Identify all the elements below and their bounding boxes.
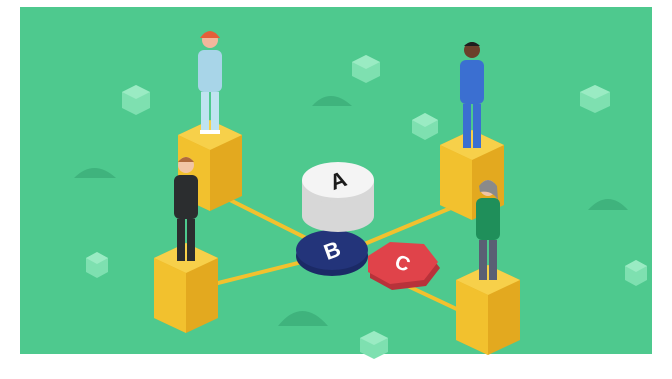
pedestal-right-bottom: [456, 265, 520, 355]
illustration-frame: B A C: [0, 0, 672, 379]
disc-a: A: [302, 162, 374, 232]
disc-b: B: [296, 230, 368, 276]
network-illustration: B A C: [20, 7, 652, 359]
pedestal-left-bottom: [154, 243, 218, 333]
